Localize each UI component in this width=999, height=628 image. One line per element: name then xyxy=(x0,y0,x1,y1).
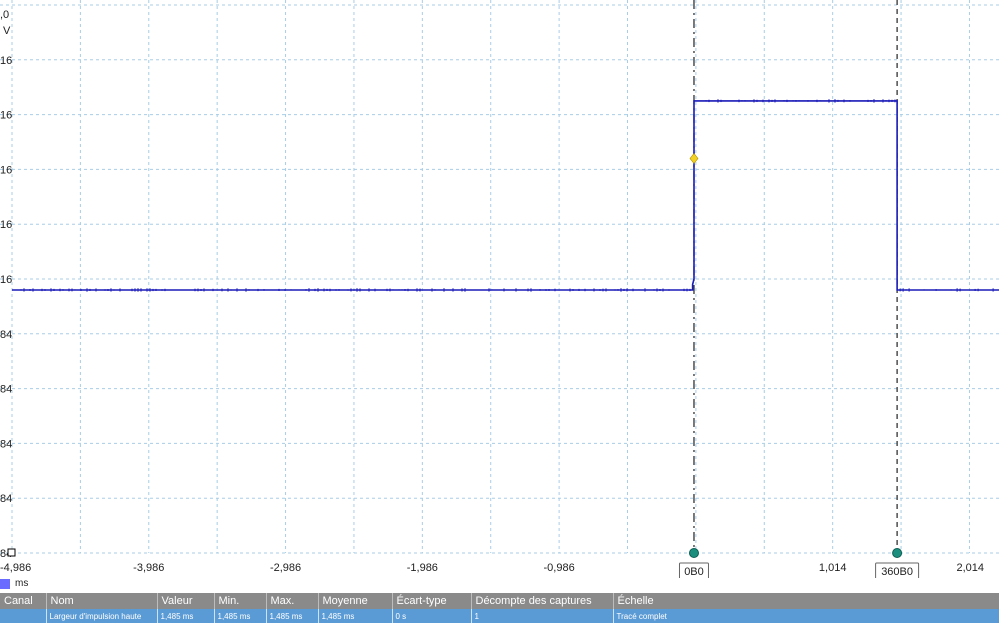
col-header-min[interactable]: Min. xyxy=(214,593,267,609)
measurements-table: Canal Nom Valeur Min. Max. Moyenne Écart… xyxy=(0,593,999,623)
col-header-decompte[interactable]: Décompte des captures xyxy=(471,593,614,609)
y-tick-label: 84 xyxy=(0,493,12,505)
col-header-nom[interactable]: Nom xyxy=(46,593,158,609)
status-strip xyxy=(0,624,999,628)
col-header-canal[interactable]: Canal xyxy=(0,593,47,609)
y-tick-label: 84 xyxy=(0,384,12,396)
cell-min: 1,485 ms xyxy=(214,609,267,623)
col-header-ecart-type[interactable]: Écart-type xyxy=(392,593,472,609)
cell-max: 1,485 ms xyxy=(266,609,319,623)
table-row[interactable]: Largeur d'impulsion haute 1,485 ms 1,485… xyxy=(0,609,999,623)
y-unit-label: V xyxy=(3,25,11,37)
x-unit-label: ms xyxy=(15,578,29,589)
cursor-label: 360B0 xyxy=(881,566,913,578)
oscilloscope-view[interactable]: ,0 V 16 16 16 16 16 84 84 84 84 84 -4,986 -3,986 -2,98… xyxy=(0,0,999,578)
y-tick-label: 16 xyxy=(0,274,12,286)
y-tick-label: 16 xyxy=(0,219,12,231)
x-units-row: ms xyxy=(0,578,999,592)
channel-color-swatch xyxy=(0,579,10,589)
waveform-plot[interactable]: ,0V16161616168484848484-4,986 -3,986 -2,98… xyxy=(0,0,999,578)
col-header-valeur[interactable]: Valeur xyxy=(157,593,215,609)
col-header-max[interactable]: Max. xyxy=(266,593,319,609)
y-tick-label: 16 xyxy=(0,164,12,176)
x-tick-label: 1,014 xyxy=(819,562,847,574)
y-tick-label: 16 xyxy=(0,55,12,67)
cell-valeur: 1,485 ms xyxy=(157,609,215,623)
col-header-moyenne[interactable]: Moyenne xyxy=(318,593,393,609)
x-tick-label: -3,986 xyxy=(133,562,164,574)
y-tick-label: 16 xyxy=(0,110,12,122)
cell-canal xyxy=(0,609,47,623)
cell-decompte: 1 xyxy=(471,609,614,623)
waveform-trace xyxy=(12,100,999,291)
origin-marker xyxy=(7,548,16,557)
cell-ecart-type: 0 s xyxy=(392,609,472,623)
y-tick-label: 84 xyxy=(0,438,12,450)
measurements-header-row: Canal Nom Valeur Min. Max. Moyenne Écart… xyxy=(0,593,999,609)
trigger-marker-icon[interactable] xyxy=(689,152,699,164)
cell-moyenne: 1,485 ms xyxy=(318,609,393,623)
cell-nom: Largeur d'impulsion haute xyxy=(46,609,158,623)
y-tick-label: 84 xyxy=(0,329,12,341)
x-tick-label: -2,986 xyxy=(270,562,301,574)
x-tick-label: -1,986 xyxy=(407,562,438,574)
cursor-handle[interactable] xyxy=(688,548,699,558)
cursor-handle[interactable] xyxy=(892,548,903,558)
x-tick-label: -4,986 xyxy=(0,562,31,574)
x-tick-label: -0,986 xyxy=(544,562,575,574)
cell-echelle: Tracé complet xyxy=(613,609,999,623)
y-axis-top-label: ,0 xyxy=(0,9,9,21)
col-header-echelle[interactable]: Échelle xyxy=(613,593,999,609)
x-tick-label: 2,014 xyxy=(956,562,984,574)
cursor-label: 0B0 xyxy=(684,566,704,578)
